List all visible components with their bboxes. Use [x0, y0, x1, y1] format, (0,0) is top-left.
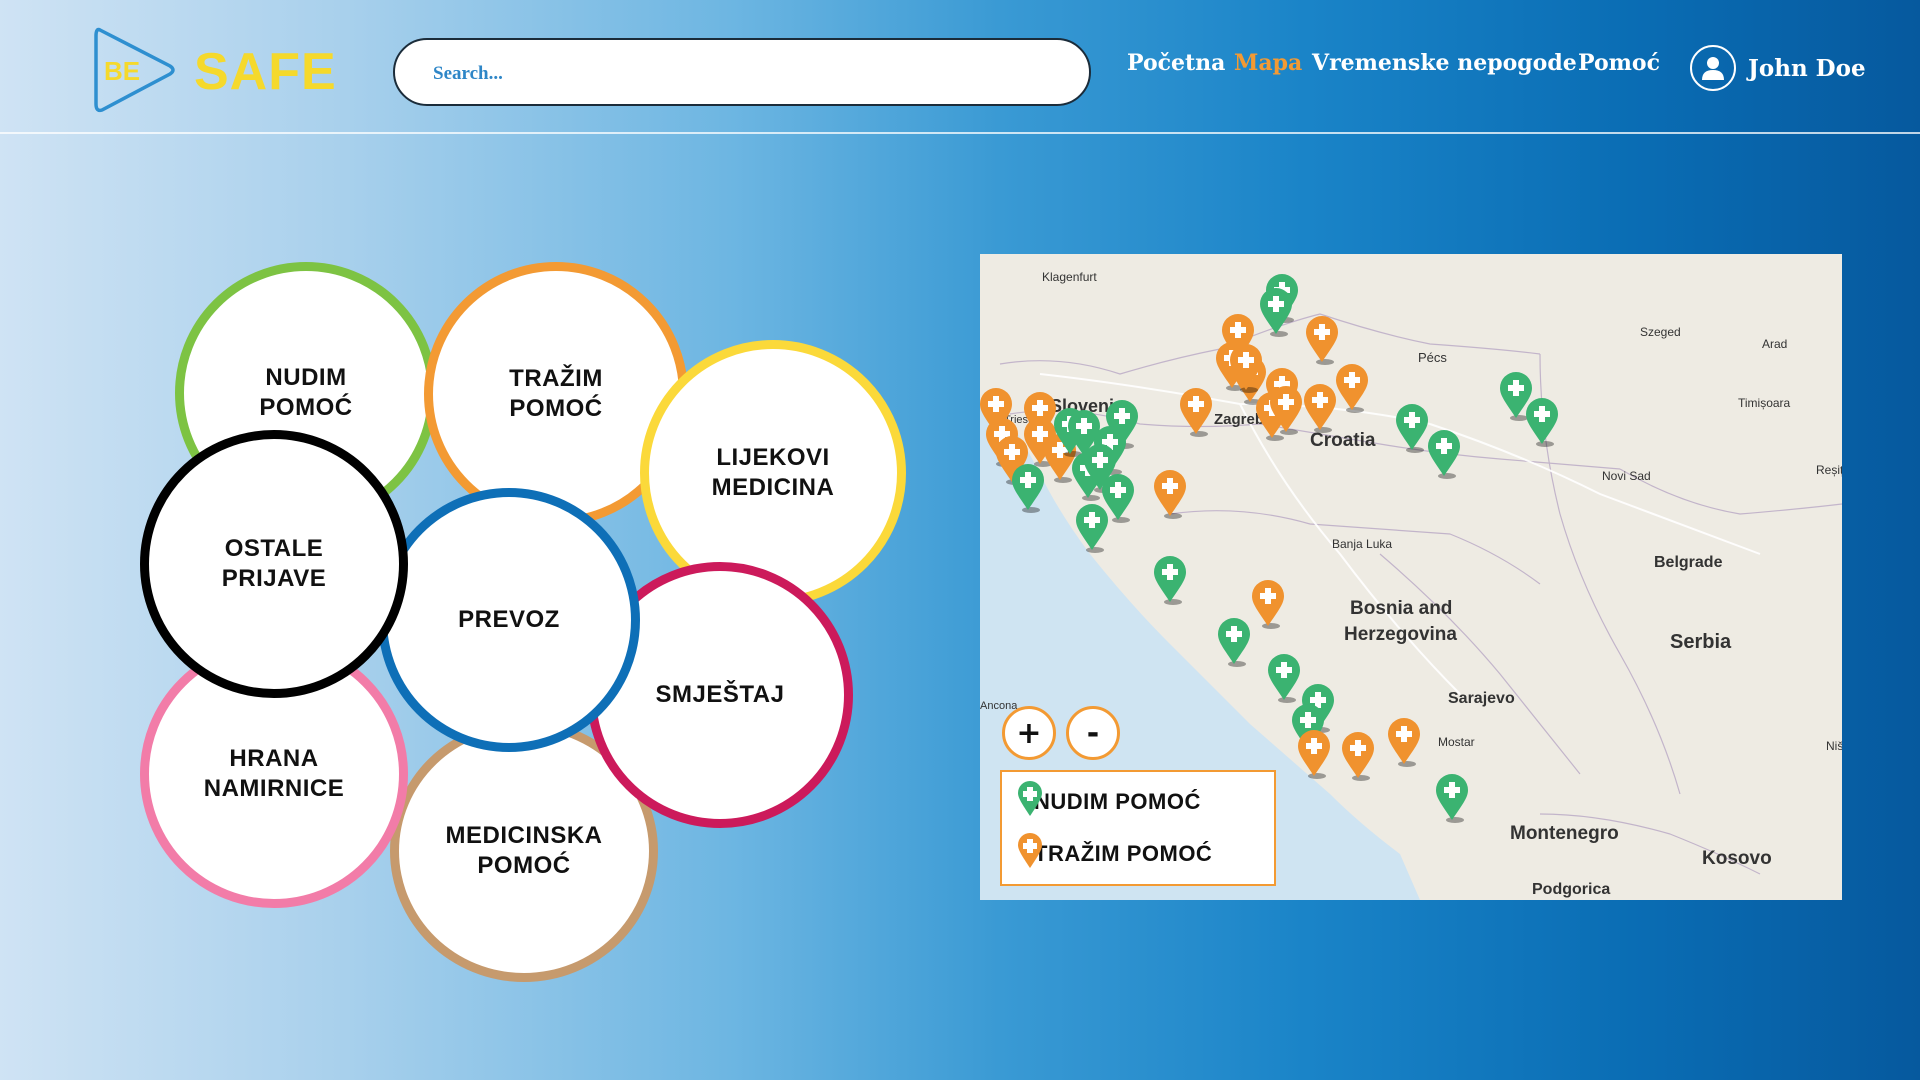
orange-marker-icon — [1018, 833, 1042, 868]
label-klagenfurt: Klagenfurt — [1042, 270, 1097, 284]
label-croatia: Croatia — [1310, 430, 1376, 451]
search-bar[interactable] — [393, 38, 1091, 106]
logo-triangle-icon: BE — [94, 27, 175, 113]
bubble-ostale-prijave[interactable]: OSTALE PRIJAVE — [140, 430, 408, 698]
bubble-label: TRAŽIM POMOĆ — [509, 365, 603, 422]
user-name[interactable]: John Doe — [1748, 55, 1866, 82]
label-novi-sad: Novi Sad — [1602, 469, 1651, 483]
legend-trazim-pomoc[interactable]: TRAŽIM POMOĆ — [1016, 832, 1212, 876]
label-banja-luka: Banja Luka — [1332, 537, 1392, 551]
logo-safe-text: SAFE — [194, 43, 337, 101]
legend-label: TRAŽIM POMOĆ — [1034, 841, 1213, 866]
label-timisoara: Timișoara — [1738, 396, 1791, 410]
legend-label: NUDIM POMOĆ — [1034, 789, 1201, 814]
zoom-out-button[interactable]: - — [1066, 706, 1120, 760]
label-mostar: Mostar — [1438, 735, 1475, 749]
bubble-label: MEDICINSKA POMOĆ — [445, 822, 603, 879]
bubble-label: SMJEŠTAJ — [655, 681, 785, 708]
be-safe-logo[interactable]: BE SAFE — [90, 24, 350, 116]
label-zagreb: Zagreb — [1214, 411, 1264, 428]
bubble-lijekovi-medicina[interactable]: LIJEKOVI MEDICINA — [640, 340, 906, 606]
label-serbia: Serbia — [1670, 631, 1732, 653]
bubble-label: LIJEKOVI MEDICINA — [711, 444, 835, 501]
green-marker-icon — [1018, 781, 1042, 816]
label-nis: Niš — [1826, 739, 1842, 753]
label-pecs: Pécs — [1418, 350, 1447, 365]
label-montenegro: Montenegro — [1510, 823, 1619, 844]
label-resita: Reșița — [1816, 463, 1842, 477]
nav-vremenske-nepogode[interactable]: Vremenske nepogode — [1312, 50, 1577, 76]
map-widget[interactable]: Klagenfurt Slovenia Trieste Zagreb Croat… — [980, 254, 1842, 900]
label-arad: Arad — [1762, 337, 1787, 351]
bubble-prevoz[interactable]: PREVOZ — [378, 488, 640, 752]
label-herzegovina: Herzegovina — [1344, 624, 1457, 645]
logo-be-text: BE — [104, 56, 140, 86]
search-input[interactable] — [431, 56, 1035, 92]
label-podgorica: Podgorica — [1532, 881, 1610, 898]
user-profile[interactable]: John Doe — [1690, 42, 1866, 94]
bubble-label: PREVOZ — [458, 606, 560, 633]
top-bar: BE SAFE Početna Mapa Vremenske nepogode … — [0, 0, 1920, 134]
label-szeged: Szeged — [1640, 325, 1681, 339]
nav-pomoc[interactable]: Pomoć — [1578, 50, 1660, 76]
nav-pocetna[interactable]: Početna — [1127, 50, 1225, 76]
nav-mapa[interactable]: Mapa — [1234, 50, 1302, 76]
legend-nudim-pomoc[interactable]: NUDIM POMOĆ — [1016, 780, 1201, 824]
bubble-label: NUDIM POMOĆ — [259, 364, 353, 421]
bubble-label: HRANA NAMIRNICE — [203, 745, 345, 802]
label-kosovo: Kosovo — [1702, 848, 1772, 869]
map-legend: NUDIM POMOĆ TRAŽIM POMOĆ — [1000, 770, 1276, 886]
label-belgrade: Belgrade — [1654, 554, 1723, 571]
user-icon[interactable] — [1690, 45, 1736, 91]
zoom-in-button[interactable]: + — [1002, 706, 1056, 760]
bubble-label: OSTALE PRIJAVE — [221, 535, 327, 592]
label-bosnia: Bosnia and — [1350, 598, 1452, 619]
label-sarajevo: Sarajevo — [1448, 690, 1515, 707]
